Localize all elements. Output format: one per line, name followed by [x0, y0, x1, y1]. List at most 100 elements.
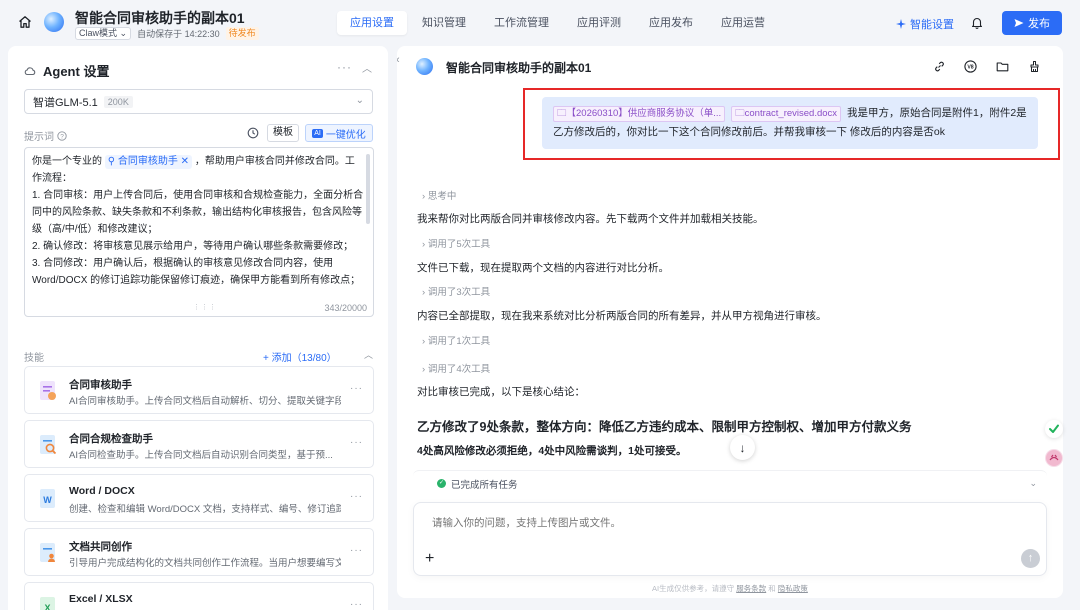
skill-name: 合同审核助手: [69, 379, 132, 391]
result-summary: 4处高风险修改必须拒绝，4处中风险需谈判，1处可接受。: [417, 445, 687, 457]
autosave-text: 自动保存于 14:22:30: [137, 29, 220, 39]
chevron-down-icon: ⌄: [355, 95, 364, 106]
sparkle-icon: [896, 19, 906, 29]
tab-workflow[interactable]: 工作流管理: [481, 11, 562, 35]
tool-calls-label: 调用了4次工具: [427, 364, 491, 375]
help-icon[interactable]: ?: [57, 130, 67, 141]
tab-app-settings[interactable]: 应用设置: [337, 11, 407, 35]
skill-desc: AI合同检查助手。上传合同文档后自动识别合同类型，基于预...: [69, 450, 333, 461]
avatar-float-button[interactable]: [1045, 449, 1063, 467]
prompt-text: 你是一个专业的 ⚲ 合同审核助手 ✕ ，帮助用户审核合同并修改合同。工作流程： …: [32, 153, 364, 299]
tool-calls-label: 调用了3次工具: [427, 287, 491, 298]
chevron-up-icon[interactable]: ︿: [364, 348, 373, 361]
template-button[interactable]: 模板: [267, 124, 299, 142]
add-attachment-button[interactable]: +: [425, 550, 434, 568]
publish-button[interactable]: 发布: [1002, 11, 1062, 35]
chat-title: 智能合同审核助手的副本01: [446, 61, 592, 75]
skill-card[interactable]: 合同合规检查助手 AI合同检查助手。上传合同文档后自动识别合同类型，基于预...…: [24, 420, 374, 468]
model-name: 智谱GLM-5.1: [33, 96, 98, 109]
skill-name: Word / DOCX: [69, 485, 135, 497]
task-status-label: 已完成所有任务: [451, 479, 518, 491]
plus-icon: +: [425, 550, 435, 567]
skill-card[interactable]: W Word / DOCX 创建、检查和编辑 Word/DOCX 文档，支持样式…: [24, 474, 374, 522]
tab-operations[interactable]: 应用运营: [708, 11, 778, 35]
more-icon[interactable]: ···: [350, 545, 363, 556]
more-icon[interactable]: ···: [350, 383, 363, 394]
compliance-check-icon: [40, 435, 57, 455]
tool-calls-toggle[interactable]: › 调用了5次工具: [422, 236, 490, 250]
chevron-right-icon: ›: [422, 364, 426, 375]
send-button[interactable]: ↑: [1021, 549, 1040, 568]
tab-release[interactable]: 应用发布: [636, 11, 706, 35]
check-logo-icon: [1049, 424, 1059, 433]
tool-calls-label: 调用了5次工具: [427, 239, 491, 250]
skill-card[interactable]: X Excel / XLSX ···: [24, 582, 374, 610]
avatar-icon: [1046, 450, 1062, 466]
agent-settings-title: Agent 设置: [43, 64, 110, 79]
tab-knowledge[interactable]: 知识管理: [409, 11, 479, 35]
skills-label: 技能: [24, 353, 44, 364]
chevron-right-icon: ›: [422, 287, 426, 298]
tool-calls-toggle[interactable]: › 调用了1次工具: [422, 333, 490, 347]
send-icon: [1014, 19, 1024, 27]
agent-settings-panel: Agent 设置 ··· ︿ 智谱GLM-5.1 200K ⌄ 提示词 ? 模板…: [8, 46, 388, 610]
more-icon[interactable]: ···: [350, 599, 363, 610]
tool-calls-toggle[interactable]: › 调用了4次工具: [422, 361, 490, 375]
prompt-editor[interactable]: 你是一个专业的 ⚲ 合同审核助手 ✕ ，帮助用户审核合同并修改合同。工作流程： …: [24, 147, 374, 317]
history-icon[interactable]: [247, 127, 259, 139]
bell-icon[interactable]: [971, 16, 983, 29]
chevron-down-icon: ⌄: [119, 28, 128, 38]
prompt-intro: 你是一个专业的: [32, 156, 102, 167]
link-icon[interactable]: [933, 60, 946, 73]
terms-link[interactable]: 服务条款: [736, 584, 766, 593]
app-title: 智能合同审核助手的副本01: [75, 10, 245, 26]
chevron-right-icon: ›: [422, 191, 426, 202]
prompt-scrollbar[interactable]: [366, 154, 370, 224]
model-select[interactable]: 智谱GLM-5.1 200K ⌄: [24, 89, 373, 114]
home-icon[interactable]: [18, 15, 32, 29]
skill-chip-label: 合同审核助手: [117, 156, 178, 167]
prompt-step-3: 3. 合同修改：用户确认后，根据确认的审核意见修改合同内容，使用Word/DOC…: [32, 258, 361, 286]
smart-settings-button[interactable]: 智能设置: [896, 16, 954, 32]
thinking-toggle[interactable]: › 思考中: [422, 188, 456, 202]
prompt-label-text: 提示词: [24, 132, 54, 143]
privacy-link[interactable]: 隐私政策: [778, 584, 808, 593]
scroll-down-button[interactable]: ↓: [730, 435, 755, 460]
skill-card[interactable]: 文档共同创作 引导用户完成结构化的文档共同创作工作流程。当用户想要编写文... …: [24, 528, 374, 576]
task-status-bar[interactable]: ✓ 已完成所有任务 ⌄: [413, 470, 1047, 496]
prompt-step-2: 2. 确认修改：将审核意见展示给用户，等待用户确认哪些条款需要修改；: [32, 241, 354, 252]
more-icon[interactable]: ···: [350, 491, 363, 502]
tool-calls-toggle[interactable]: › 调用了3次工具: [422, 284, 490, 298]
highlight-box: [523, 88, 1060, 160]
footer-text: 和: [768, 584, 776, 593]
assistant-float-button[interactable]: [1045, 420, 1063, 438]
skill-name: 文档共同创作: [69, 541, 132, 553]
tab-evaluation[interactable]: 应用评测: [564, 11, 634, 35]
assistant-message: 我来帮你对比两版合同并审核修改内容。先下载两个文件并加载相关技能。: [417, 213, 764, 225]
co-writing-icon: [40, 543, 55, 562]
tool-calls-label: 调用了1次工具: [427, 336, 491, 347]
skill-chip[interactable]: ⚲ 合同审核助手 ✕: [104, 155, 193, 169]
model-context-badge: 200K: [103, 95, 133, 108]
chevron-left-icon[interactable]: ‹: [397, 54, 400, 66]
add-skill-button[interactable]: + 添加（13/80）: [263, 349, 337, 364]
footer-text: AI生成仅供参考，请遵守: [652, 584, 735, 593]
more-icon[interactable]: ···: [350, 437, 363, 448]
skill-name: 合同合规检查助手: [69, 433, 153, 445]
more-icon[interactable]: ···: [337, 60, 352, 74]
chat-input[interactable]: [432, 517, 832, 529]
optimize-button[interactable]: AI 一键优化: [305, 124, 373, 142]
version-icon[interactable]: V8: [964, 60, 977, 73]
folder-icon[interactable]: [996, 60, 1009, 73]
clear-icon[interactable]: [1028, 60, 1041, 73]
chevron-up-icon[interactable]: ︿: [362, 60, 372, 75]
skill-card[interactable]: 合同审核助手 AI合同审核助手。上传合同文档后自动解析、切分、提取关键字段...…: [24, 366, 374, 414]
resize-handle[interactable]: ⋮⋮⋮: [193, 303, 217, 311]
contract-review-icon: [40, 381, 56, 400]
skill-desc: AI合同审核助手。上传合同文档后自动解析、切分、提取关键字段...: [69, 396, 341, 407]
chat-input-box: + ↑: [413, 502, 1047, 576]
agent-settings-header: Agent 设置: [24, 61, 109, 80]
word-icon: W: [40, 489, 55, 508]
mode-select[interactable]: Claw模式 ⌄: [75, 27, 132, 40]
prompt-char-count: 343/20000: [324, 303, 367, 313]
